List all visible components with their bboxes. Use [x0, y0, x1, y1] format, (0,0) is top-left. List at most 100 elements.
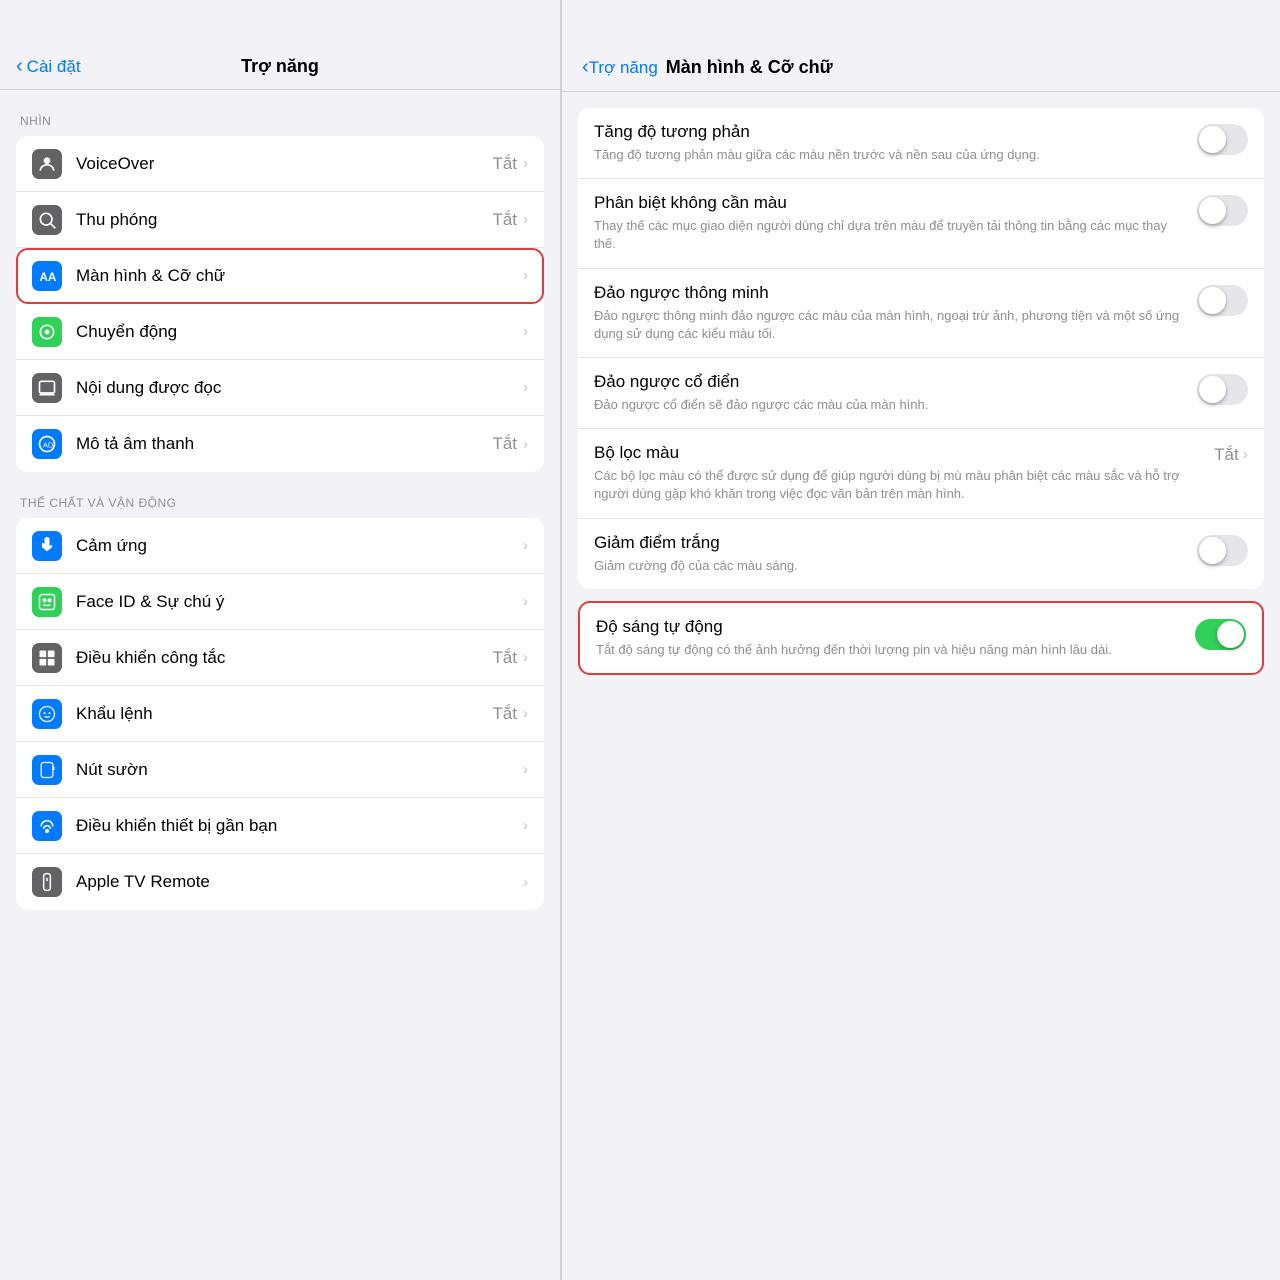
- audiodesc-icon: AD: [32, 429, 62, 459]
- colorblind-control[interactable]: [1197, 195, 1248, 226]
- nearby-icon: [32, 811, 62, 841]
- contrast-toggle[interactable]: [1197, 124, 1248, 155]
- row-contrast: Tăng độ tương phản Tăng độ tương phản mà…: [578, 108, 1264, 179]
- classic-invert-desc: Đảo ngược cổ điển sẽ đảo ngược các màu c…: [594, 396, 1185, 414]
- spoken-label: Nội dung được đọc: [76, 378, 523, 398]
- voice-value: Tắt: [492, 704, 517, 724]
- audiodesc-value: Tắt: [492, 434, 517, 454]
- row-faceid[interactable]: Face ID & Sự chú ý ›: [16, 574, 544, 630]
- contrast-control[interactable]: [1197, 124, 1248, 155]
- smart-invert-content: Đảo ngược thông minh Đảo ngược thông min…: [594, 283, 1185, 343]
- switch-label: Điều khiển công tắc: [76, 648, 492, 668]
- reduce-white-control[interactable]: [1197, 535, 1248, 566]
- appletv-label: Apple TV Remote: [76, 872, 523, 892]
- spoken-icon: [32, 373, 62, 403]
- back-chevron-right-icon: ‹: [582, 56, 589, 79]
- touch-chevron: ›: [523, 537, 528, 554]
- left-panel-title: Trợ năng: [241, 56, 319, 77]
- sidebutton-chevron: ›: [523, 761, 528, 778]
- row-smart-invert: Đảo ngược thông minh Đảo ngược thông min…: [578, 269, 1264, 358]
- row-appletv[interactable]: Apple TV Remote ›: [16, 854, 544, 910]
- back-label-right: Trợ năng: [589, 58, 658, 78]
- section-label-nhin: NHÌN: [0, 114, 560, 136]
- right-panel-title: Màn hình & Cỡ chữ: [666, 57, 833, 78]
- back-button-right[interactable]: ‹ Trợ năng: [582, 56, 658, 79]
- classic-invert-toggle-knob: [1199, 376, 1226, 403]
- contrast-desc: Tăng độ tương phản màu giữa các màu nền …: [594, 146, 1185, 164]
- row-colorblind: Phân biệt không cần màu Thay thế các mục…: [578, 179, 1264, 268]
- right-header: ‹ Trợ năng Màn hình & Cỡ chữ: [562, 0, 1280, 92]
- section-label-physical: THỂ CHẤT VÀ VẬN ĐỘNG: [0, 496, 560, 518]
- classic-invert-control[interactable]: [1197, 374, 1248, 405]
- auto-brightness-control[interactable]: [1195, 619, 1246, 650]
- color-filter-control[interactable]: Tắt ›: [1214, 445, 1248, 465]
- row-sidebutton[interactable]: Nút sườn ›: [16, 742, 544, 798]
- colorblind-title: Phân biệt không cần màu: [594, 193, 1185, 213]
- smart-invert-control[interactable]: [1197, 285, 1248, 316]
- motion-icon: [32, 317, 62, 347]
- touch-label: Cảm ứng: [76, 536, 523, 556]
- row-reduce-white: Giảm điểm trắng Giảm cường độ của các mà…: [578, 519, 1264, 589]
- nearby-label: Điều khiển thiết bị gần bạn: [76, 816, 523, 836]
- display-label: Màn hình & Cỡ chữ: [76, 266, 523, 286]
- appletv-chevron: ›: [523, 874, 528, 891]
- row-voiceover[interactable]: VoiceOver Tắt ›: [16, 136, 544, 192]
- row-display[interactable]: AA Màn hình & Cỡ chữ ›: [16, 248, 544, 304]
- right-settings-group-main: Tăng độ tương phản Tăng độ tương phản mà…: [578, 108, 1264, 589]
- row-color-filter[interactable]: Bộ lọc màu Các bộ lọc màu có thể được sử…: [578, 429, 1264, 518]
- switch-value: Tắt: [492, 648, 517, 668]
- colorblind-toggle-knob: [1199, 197, 1226, 224]
- reduce-white-toggle[interactable]: [1197, 535, 1248, 566]
- left-content: NHÌN VoiceOver Tắt › Thu phóng Tắt ›: [0, 90, 560, 1280]
- classic-invert-content: Đảo ngược cổ điển Đảo ngược cổ điển sẽ đ…: [594, 372, 1185, 414]
- svg-text:AD: AD: [43, 440, 54, 449]
- switch-chevron: ›: [523, 649, 528, 666]
- back-label-left: Cài đặt: [27, 57, 81, 77]
- zoom-chevron: ›: [523, 211, 528, 228]
- smart-invert-toggle[interactable]: [1197, 285, 1248, 316]
- faceid-icon: [32, 587, 62, 617]
- color-filter-desc: Các bộ lọc màu có thể được sử dụng để gi…: [594, 467, 1202, 503]
- settings-group-nhin: VoiceOver Tắt › Thu phóng Tắt › AA Màn h…: [16, 136, 544, 472]
- back-button-left[interactable]: ‹ Cài đặt: [16, 55, 81, 78]
- right-panel: ‹ Trợ năng Màn hình & Cỡ chữ Tăng độ tươ…: [562, 0, 1280, 1280]
- row-touch[interactable]: Cảm ứng ›: [16, 518, 544, 574]
- reduce-white-content: Giảm điểm trắng Giảm cường độ của các mà…: [594, 533, 1185, 575]
- colorblind-content: Phân biệt không cần màu Thay thế các mục…: [594, 193, 1185, 253]
- row-switch[interactable]: Điều khiển công tắc Tắt ›: [16, 630, 544, 686]
- row-zoom[interactable]: Thu phóng Tắt ›: [16, 192, 544, 248]
- auto-brightness-toggle[interactable]: [1195, 619, 1246, 650]
- color-filter-chevron: ›: [1243, 446, 1248, 464]
- auto-brightness-toggle-knob: [1217, 621, 1244, 648]
- settings-group-physical: Cảm ứng › Face ID & Sự chú ý › Điều khiể…: [16, 518, 544, 910]
- contrast-title: Tăng độ tương phản: [594, 122, 1185, 142]
- row-spoken[interactable]: Nội dung được đọc ›: [16, 360, 544, 416]
- appletv-icon: [32, 867, 62, 897]
- touch-icon: [32, 531, 62, 561]
- row-voice[interactable]: Khẩu lệnh Tắt ›: [16, 686, 544, 742]
- faceid-label: Face ID & Sự chú ý: [76, 592, 523, 612]
- smart-invert-desc: Đảo ngược thông minh đảo ngược các màu c…: [594, 307, 1185, 343]
- voiceover-icon: [32, 149, 62, 179]
- colorblind-desc: Thay thế các mục giao diện người dùng ch…: [594, 217, 1185, 253]
- audiodesc-label: Mô tả âm thanh: [76, 434, 492, 454]
- zoom-value: Tắt: [492, 210, 517, 230]
- row-audiodesc[interactable]: AD Mô tả âm thanh Tắt ›: [16, 416, 544, 472]
- auto-brightness-row-inner: Độ sáng tự động Tắt độ sáng tự động có t…: [580, 603, 1262, 673]
- sidebutton-icon: [32, 755, 62, 785]
- voice-icon: [32, 699, 62, 729]
- voice-label: Khẩu lệnh: [76, 704, 492, 724]
- classic-invert-title: Đảo ngược cổ điển: [594, 372, 1185, 392]
- display-chevron: ›: [523, 267, 528, 284]
- auto-brightness-content: Độ sáng tự động Tắt độ sáng tự động có t…: [596, 617, 1183, 659]
- switch-icon: [32, 643, 62, 673]
- svg-text:AA: AA: [40, 271, 57, 284]
- display-icon: AA: [32, 261, 62, 291]
- back-chevron-icon: ‹: [16, 55, 23, 78]
- left-panel: ‹ Cài đặt Trợ năng NHÌN VoiceOver Tắt ›: [0, 0, 560, 1280]
- colorblind-toggle[interactable]: [1197, 195, 1248, 226]
- row-motion[interactable]: Chuyển động ›: [16, 304, 544, 360]
- classic-invert-toggle[interactable]: [1197, 374, 1248, 405]
- smart-invert-toggle-knob: [1199, 287, 1226, 314]
- row-nearby[interactable]: Điều khiển thiết bị gần bạn ›: [16, 798, 544, 854]
